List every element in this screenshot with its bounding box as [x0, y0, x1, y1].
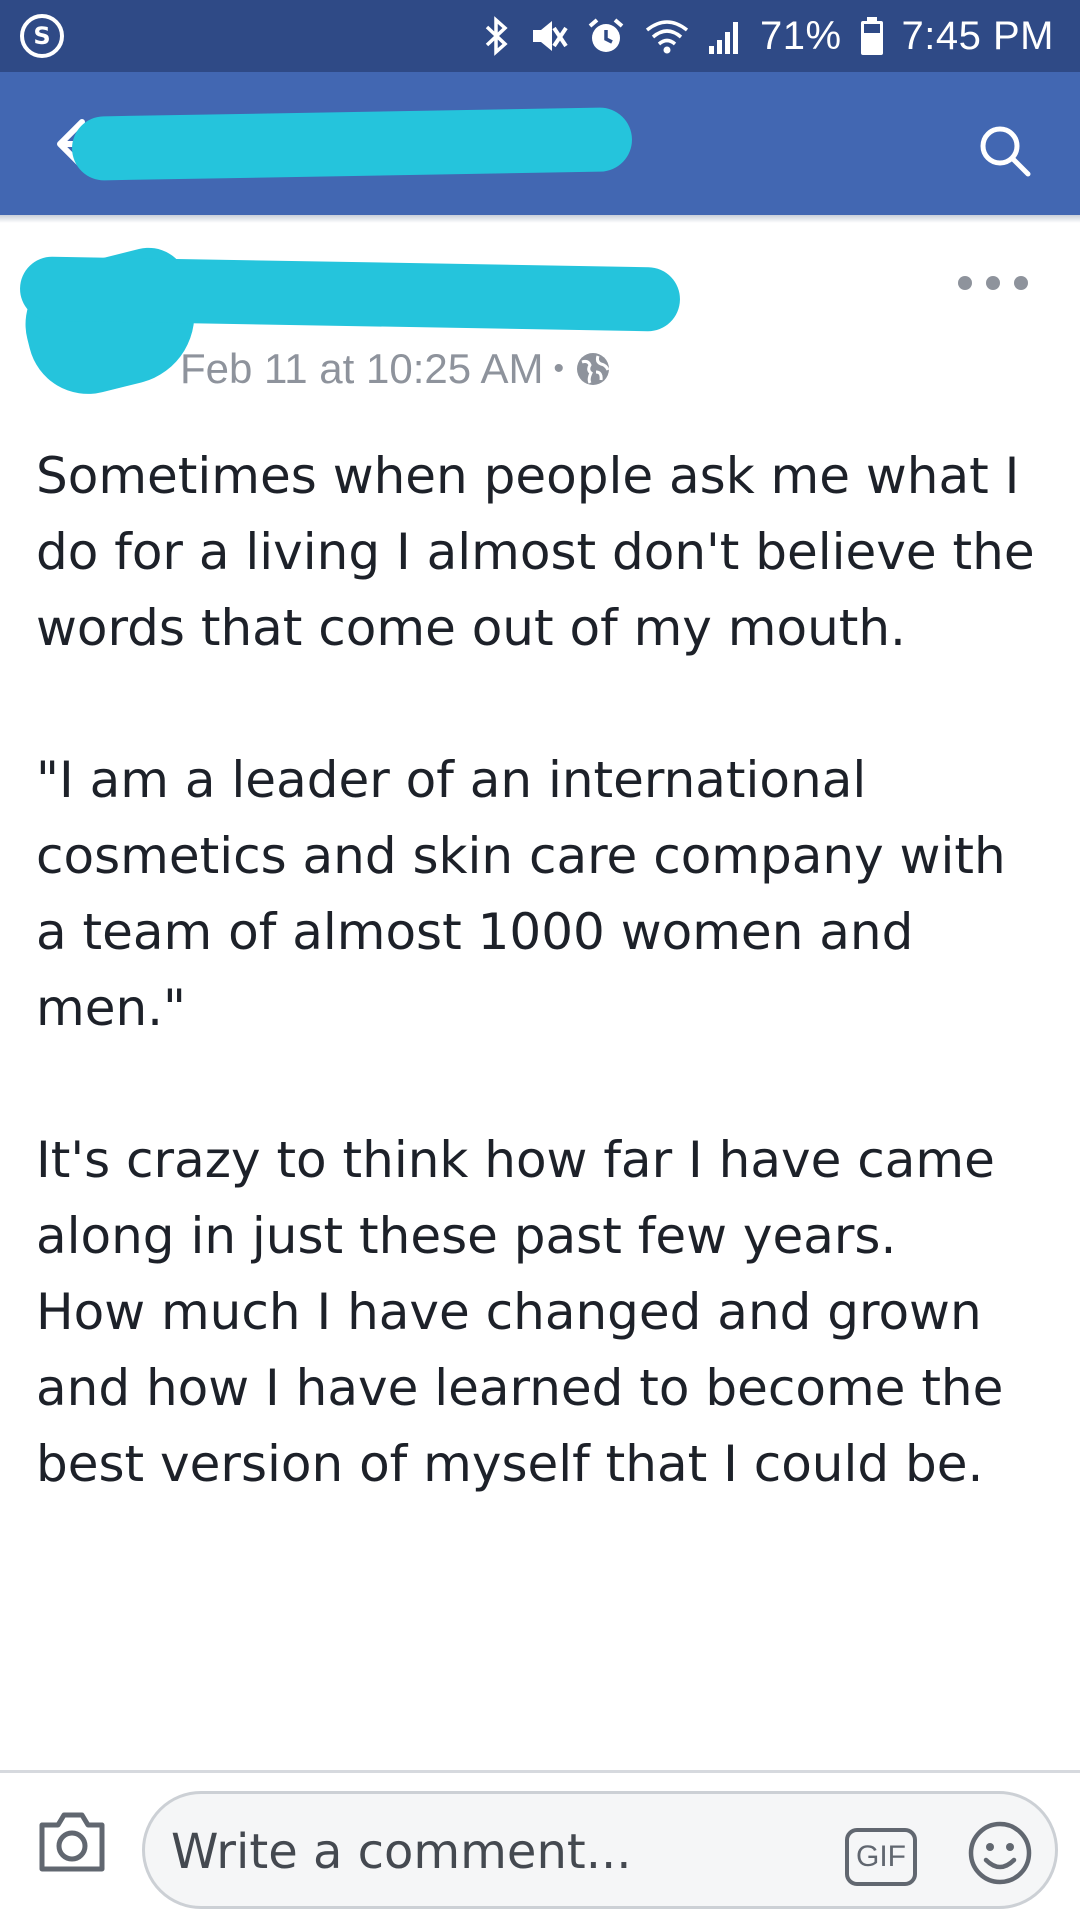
status-icons: 71% 7:45 PM — [484, 14, 1054, 59]
comment-bar: Write a comment... GIF — [0, 1770, 1080, 1920]
camera-icon[interactable] — [36, 1809, 108, 1875]
wifi-icon — [645, 20, 689, 54]
more-dot — [986, 276, 1000, 290]
emoji-icon[interactable] — [967, 1820, 1033, 1886]
post-paragraph: It's crazy to think how far I have came … — [36, 1131, 995, 1265]
gif-button[interactable]: GIF — [845, 1828, 917, 1886]
signal-icon — [708, 22, 738, 54]
more-dots-icon[interactable] — [958, 268, 1028, 298]
more-dot — [1014, 276, 1028, 290]
globe-icon — [576, 353, 610, 385]
status-left: S — [20, 14, 64, 58]
post-meta: Feb 11 at 10:25 AM • — [180, 344, 612, 394]
post-body: Sometimes when people ask me what I do f… — [36, 438, 1046, 1502]
post-paragraph: Sometimes when people ask me what I do f… — [36, 447, 1035, 657]
meta-separator: • — [553, 352, 564, 385]
alarm-icon — [588, 18, 624, 52]
clock: 7:45 PM — [901, 13, 1054, 58]
app-header — [0, 72, 1080, 215]
search-icon[interactable] — [976, 122, 1032, 178]
samsung-s-icon: S — [20, 14, 64, 58]
mute-icon — [532, 21, 568, 51]
header-divider — [0, 215, 1080, 223]
battery-icon — [860, 17, 883, 55]
status-bar: S 71% 7:45 PM — [0, 0, 1080, 72]
post-paragraph: "I am a leader of an international cosme… — [36, 751, 1006, 1037]
author-name-redaction — [19, 256, 681, 332]
post-paragraph: How much I have changed and grown and ho… — [36, 1283, 1004, 1493]
post-timestamp[interactable]: Feb 11 at 10:25 AM — [180, 345, 543, 393]
comment-placeholder: Write a comment... — [171, 1824, 632, 1880]
comment-input[interactable]: Write a comment... GIF — [142, 1791, 1058, 1909]
bluetooth-icon — [485, 16, 508, 56]
battery-percent: 71% — [759, 13, 842, 58]
header-title-redaction — [71, 107, 633, 181]
more-dot — [958, 276, 972, 290]
